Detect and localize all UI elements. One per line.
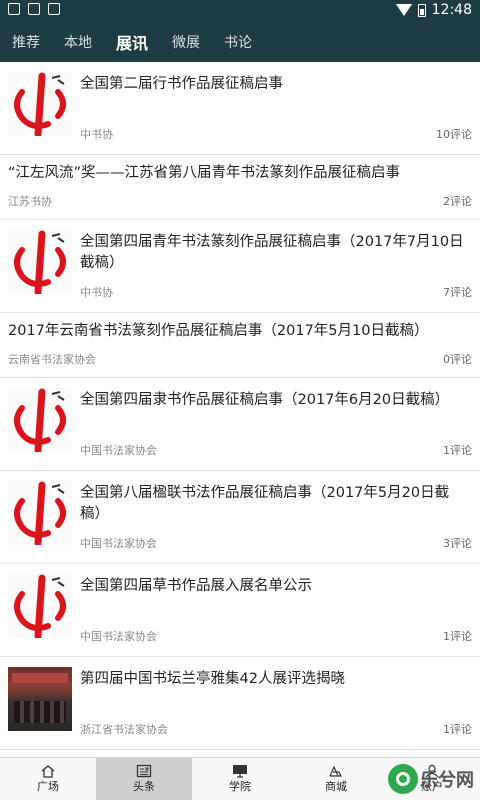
news-list: 全国第二届行书作品展征稿启事 中书协 10评论 “江左风流”奖——江苏省第八届青… [0,62,480,758]
news-title: 全国第四届草书作品展入展名单公示 [80,578,312,594]
news-title: 2017年云南省书法篆刻作品展征稿启事（2017年5月10日截稿） [8,323,429,339]
status-time: 12:48 [431,2,472,18]
tab-recommend[interactable]: 推荐 [0,32,52,52]
news-source: 浙江省书法家协会 [80,723,168,736]
cfla-logo-thumbnail [8,388,72,452]
news-title: 全国第四届隶书作品展征稿启事（2017年6月20日截稿） [80,392,450,408]
shop-icon [329,765,342,777]
event-photo-thumbnail [8,667,72,731]
news-item[interactable]: 第四届中国书坛兰亭雅集42人展评选揭晓 浙江省书法家协会 1评论 [0,657,480,750]
comment-count: 1评论 [443,444,472,457]
cfla-logo-thumbnail [8,481,72,545]
comment-count: 0评论 [443,353,472,366]
app-notification-icon [48,3,60,15]
notification-icons [8,3,60,15]
tab-micro-exhibition[interactable]: 微展 [160,32,212,52]
nav-shop[interactable]: 商城 [288,758,384,800]
nav-label: 头条 [133,780,155,793]
grid-notification-icon [28,3,40,15]
news-item[interactable]: “江左风流”奖——江苏省第八届青年书法篆刻作品展征稿启事 江苏书协 2评论 [0,155,480,220]
gallery-notification-icon [8,3,20,15]
nav-square[interactable]: 广场 [0,758,96,800]
news-item[interactable]: 全国第八届楹联书法作品展征稿启事（2017年5月20日截稿） 中国书法家协会 3… [0,471,480,564]
cfla-logo-thumbnail [8,72,72,136]
news-source: 中国书法家协会 [80,630,157,643]
tab-local[interactable]: 本地 [52,32,104,52]
watermark-logo-icon [388,764,418,794]
comment-count: 10评论 [436,128,472,141]
tab-calligraphy-theory[interactable]: 书论 [212,32,264,52]
news-item[interactable]: 2017年云南省书法篆刻作品展征稿启事（2017年5月10日截稿） 云南省书法家… [0,313,480,378]
category-tab-bar: 推荐 本地 展讯 微展 书论 [0,22,480,62]
news-source: 江苏书协 [8,195,52,208]
nav-headlines[interactable]: 头条 [96,758,192,800]
cfla-logo-thumbnail [8,574,72,638]
news-title: 全国第二届行书作品展征稿启事 [80,76,283,92]
news-source: 中国书法家协会 [80,444,157,457]
nav-label: 学院 [229,780,251,793]
newspaper-icon [136,764,152,778]
news-item[interactable]: 全国第四届草书作品展入展名单公示 中国书法家协会 1评论 [0,564,480,657]
wifi-icon [395,4,412,16]
news-title: 全国第四届青年书法篆刻作品展征稿启事（2017年7月10日截稿） [80,234,464,271]
news-source: 中书协 [80,286,113,299]
home-icon [41,765,55,778]
news-title: “江左风流”奖——江苏省第八届青年书法篆刻作品展征稿启事 [8,165,401,181]
news-title: 全国第八届楹联书法作品展征稿启事（2017年5月20日截稿） [80,485,450,522]
comment-count: 2评论 [443,195,472,208]
monitor-icon [233,765,247,778]
news-source: 中国书法家协会 [80,537,157,550]
site-watermark: 乐兮网 [388,764,474,794]
comment-count: 1评论 [443,630,472,643]
news-item[interactable]: 全国第四届隶书作品展征稿启事（2017年6月20日截稿） 中国书法家协会 1评论 [0,378,480,471]
battery-icon [417,3,426,17]
news-item[interactable]: 全国第四届青年书法篆刻作品展征稿启事（2017年7月10日截稿） 中书协 7评论 [0,220,480,313]
nav-label: 商城 [325,780,347,793]
news-title: 第四届中国书坛兰亭雅集42人展评选揭晓 [80,671,345,687]
nav-academy[interactable]: 学院 [192,758,288,800]
tab-exhibition-news[interactable]: 展讯 [104,30,160,54]
comment-count: 7评论 [443,286,472,299]
comment-count: 1评论 [443,723,472,736]
news-item[interactable]: 全国第二届行书作品展征稿启事 中书协 10评论 [0,62,480,155]
news-source: 云南省书法家协会 [8,353,96,366]
comment-count: 3评论 [443,537,472,550]
news-source: 中书协 [80,128,113,141]
status-bar: 12:48 [0,0,480,22]
watermark-text: 乐兮网 [420,770,474,791]
cfla-logo-thumbnail [8,230,72,294]
nav-label: 广场 [37,780,59,793]
